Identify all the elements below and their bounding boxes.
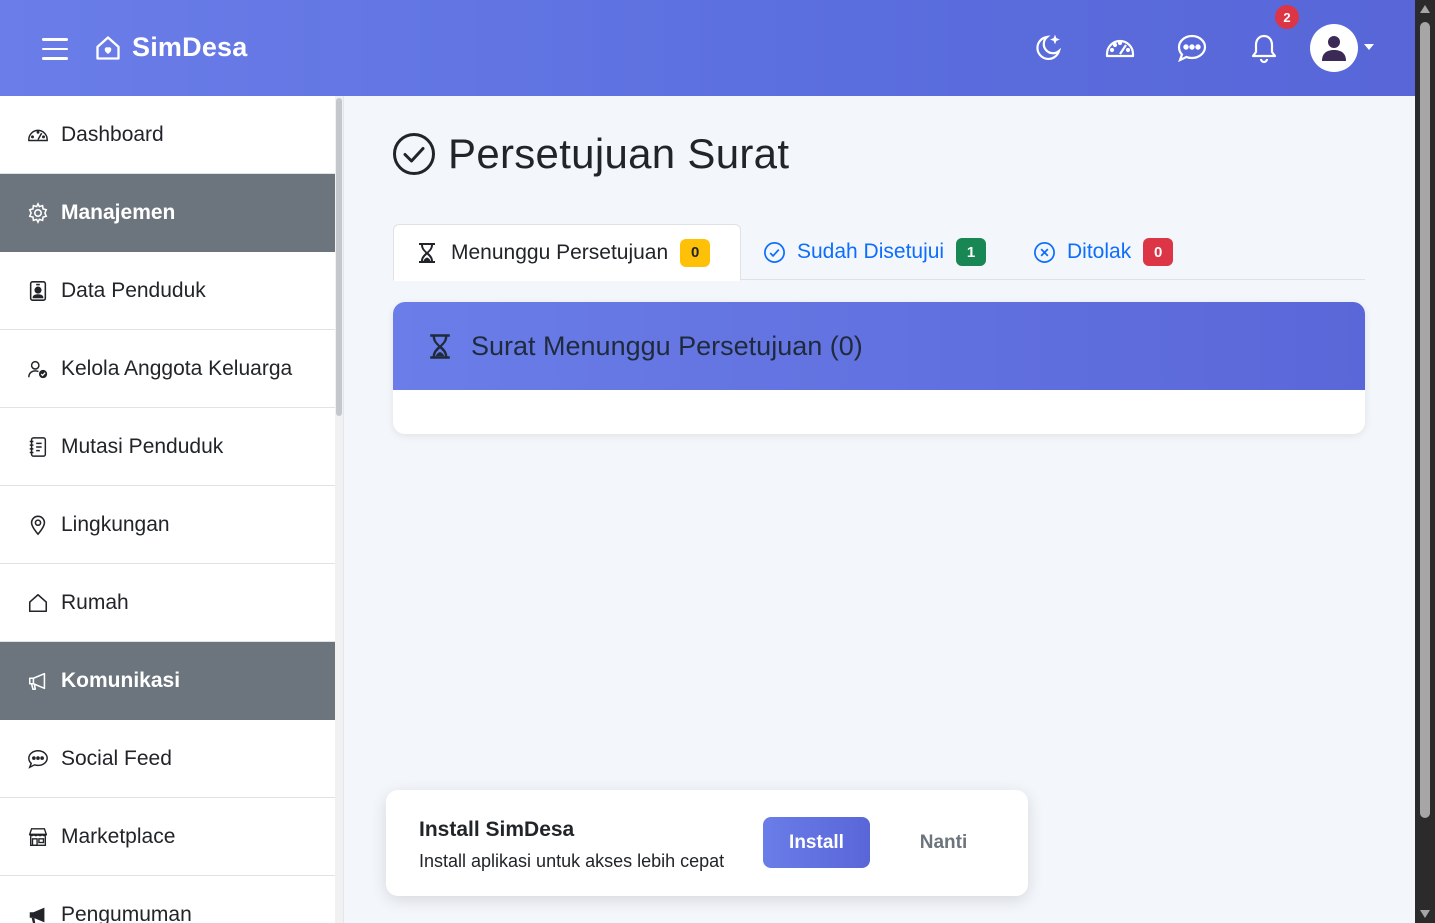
sidebar-item-kelola-anggota-keluarga[interactable]: Kelola Anggota Keluarga: [0, 330, 335, 408]
status-tabs: Menunggu Persetujuan 0 Sudah Disetujui 1…: [393, 224, 1365, 281]
person-icon: [1322, 36, 1346, 61]
notification-badge: 2: [1275, 5, 1299, 29]
later-button[interactable]: Nanti: [891, 817, 996, 868]
sidebar-scrollbar[interactable]: [335, 96, 343, 923]
sidebar-section-manajemen[interactable]: Manajemen: [0, 174, 335, 252]
tab-count-badge: 0: [1143, 238, 1174, 266]
tab-sudah-disetujui[interactable]: Sudah Disetujui 1: [763, 224, 987, 280]
tab-menunggu[interactable]: Menunggu Persetujuan 0: [393, 224, 741, 281]
hourglass-icon: [419, 242, 435, 263]
theme-moon-icon[interactable]: [1032, 32, 1064, 64]
sidebar-item-label: Pengumuman: [61, 902, 192, 923]
sidebar-item-data-penduduk[interactable]: Data Penduduk: [0, 252, 335, 330]
page-title-text: Persetujuan Surat: [448, 130, 790, 177]
gear-icon: [26, 201, 50, 225]
shop-icon: [26, 825, 50, 849]
megaphone-fill-icon: [26, 903, 50, 923]
sidebar-item-lingkungan[interactable]: Lingkungan: [0, 486, 335, 564]
scroll-up-icon[interactable]: [1420, 5, 1430, 13]
pending-letters-card: Surat Menunggu Persetujuan (0): [393, 302, 1365, 434]
sidebar-item-label: Dashboard: [61, 122, 164, 146]
menu-toggle-icon[interactable]: [42, 38, 68, 60]
house-heart-icon: [96, 35, 120, 60]
sidebar-item-label: Kelola Anggota Keluarga: [61, 356, 293, 380]
brand-link[interactable]: SimDesa: [94, 32, 247, 63]
journal-text-icon: [26, 435, 50, 459]
x-circle-icon: [1034, 241, 1055, 263]
megaphone-icon: [26, 669, 50, 693]
page-title: Persetujuan Surat: [392, 130, 789, 178]
tab-label: Sudah Disetujui: [797, 240, 945, 263]
hourglass-icon: [430, 333, 450, 359]
check-circle-icon: [393, 133, 435, 175]
user-menu-caret-icon[interactable]: [1364, 44, 1374, 50]
sidebar-item-label: Lingkungan: [61, 512, 170, 536]
window-scrollbar[interactable]: [1415, 0, 1435, 923]
sidebar-item-marketplace[interactable]: Marketplace: [0, 798, 335, 876]
sidebar-item-label: Data Penduduk: [61, 278, 206, 302]
top-navbar: SimDesa 2: [0, 0, 1415, 96]
dashboard-gauge-icon[interactable]: [1104, 32, 1136, 64]
tab-count-badge: 1: [956, 238, 987, 266]
sidebar-scrollbar-thumb[interactable]: [336, 98, 342, 416]
sidebar-item-pengumuman[interactable]: Pengumuman: [0, 876, 335, 923]
sidebar-item-label: Rumah: [61, 590, 129, 614]
sidebar-section-label: Manajemen: [61, 200, 176, 224]
speedometer-icon: [26, 123, 50, 147]
sidebar-item-label: Marketplace: [61, 824, 176, 848]
sidebar-item-mutasi-penduduk[interactable]: Mutasi Penduduk: [0, 408, 335, 486]
sidebar-item-label: Mutasi Penduduk: [61, 434, 224, 458]
sidebar: Dashboard Manajemen Data Penduduk Kelola…: [0, 96, 344, 923]
sidebar-section-komunikasi[interactable]: Komunikasi: [0, 642, 335, 720]
check-circle-icon: [764, 241, 785, 263]
bell-icon[interactable]: [1248, 32, 1280, 64]
geo-pin-icon: [26, 513, 50, 537]
window-scrollbar-thumb[interactable]: [1420, 22, 1430, 818]
user-avatar[interactable]: [1310, 24, 1358, 72]
tab-ditolak[interactable]: Ditolak 0: [1033, 224, 1174, 280]
person-check-icon: [26, 357, 50, 381]
sidebar-item-social-feed[interactable]: Social Feed: [0, 720, 335, 798]
sidebar-item-dashboard[interactable]: Dashboard: [0, 96, 335, 174]
card-header: Surat Menunggu Persetujuan (0): [393, 302, 1365, 390]
tab-label: Menunggu Persetujuan: [451, 240, 669, 264]
sidebar-section-label: Komunikasi: [61, 668, 181, 692]
brand-name: SimDesa: [132, 32, 248, 62]
install-subtitle: Install aplikasi untuk akses lebih cepat: [419, 851, 725, 871]
chat-icon[interactable]: [1176, 32, 1208, 64]
person-badge-icon: [26, 279, 50, 303]
sidebar-item-label: Social Feed: [61, 746, 172, 770]
house-icon: [26, 591, 50, 615]
install-title: Install SimDesa: [419, 818, 575, 841]
install-prompt: Install SimDesa Install aplikasi untuk a…: [386, 790, 1028, 896]
tab-label: Ditolak: [1067, 240, 1132, 263]
sidebar-item-rumah[interactable]: Rumah: [0, 564, 335, 642]
install-button[interactable]: Install: [763, 817, 870, 868]
card-title: Surat Menunggu Persetujuan (0): [471, 330, 863, 361]
scroll-down-icon[interactable]: [1420, 910, 1430, 918]
tab-count-badge: 0: [680, 238, 711, 267]
chat-dots-icon: [26, 747, 50, 771]
